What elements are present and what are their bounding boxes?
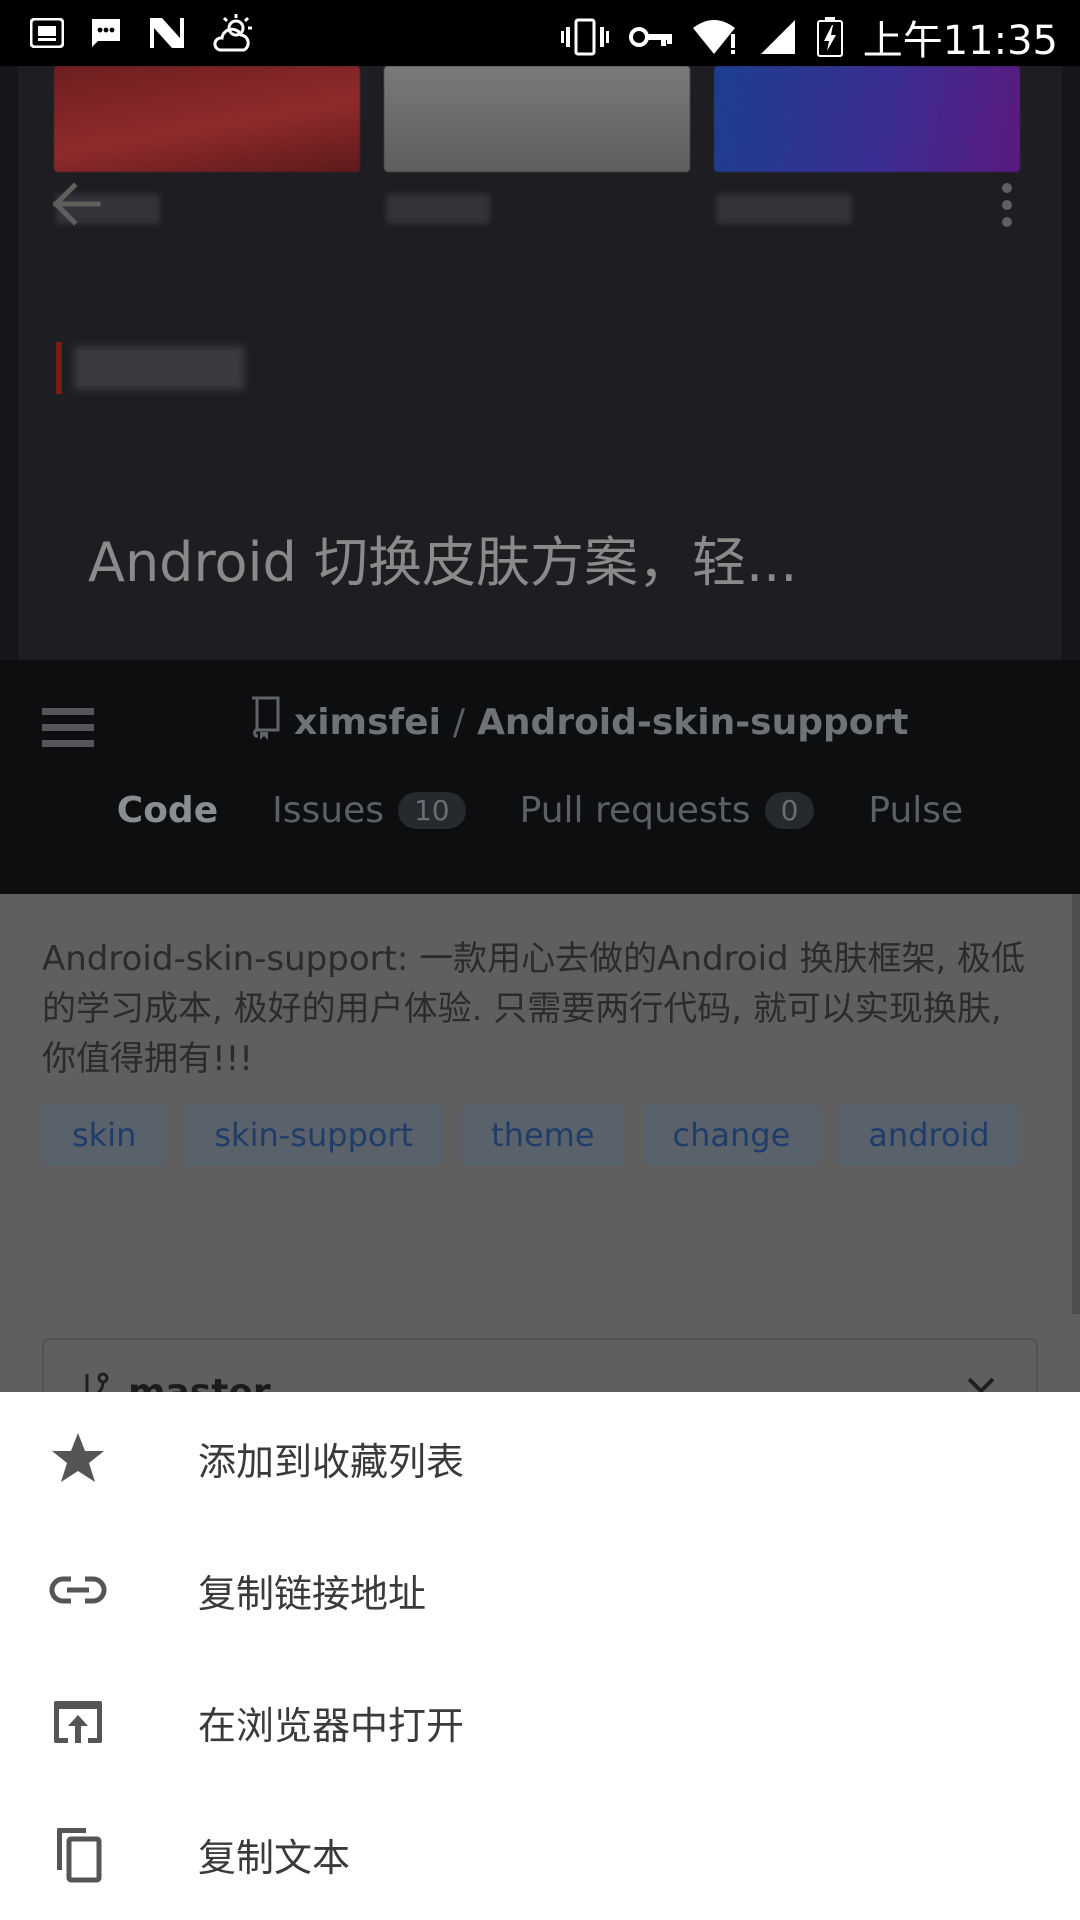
menu-item-label: 复制文本 [198,1835,351,1880]
topic-tag[interactable]: android [838,1104,1020,1166]
menu-item-copy-text[interactable]: 复制文本 [0,1788,1080,1920]
status-left-icons [30,12,258,54]
pull-requests-count-badge: 0 [764,792,815,829]
menu-item-label: 在浏览器中打开 [198,1703,465,1748]
repo-book-icon [248,696,282,749]
topic-tag[interactable]: skin-support [184,1104,444,1166]
more-vert-icon[interactable] [1000,182,1014,232]
copy-icon [48,1824,108,1884]
arrow-back-icon[interactable] [52,182,102,230]
repo-owner-link[interactable]: ximsfei [294,702,441,743]
tab-code[interactable]: Code [117,790,218,831]
link-icon [48,1560,108,1620]
tab-pulse[interactable]: Pulse [868,790,963,831]
tab-pull-requests[interactable]: Pull requests 0 [520,790,815,831]
status-bar: 上午11:35 [0,0,1080,66]
star-icon [48,1428,108,1488]
topic-list: skin skin-support theme change android [42,1104,1020,1166]
sms-icon [90,17,122,49]
section-heading [74,346,244,390]
repo-breadcrumb: ximsfei / Android-skin-support [248,696,908,749]
hero-title: Android 切换皮肤方案，轻... [88,531,798,594]
topic-tag[interactable]: change [642,1104,821,1166]
menu-item-label: 复制链接地址 [198,1571,427,1616]
swatch-label [386,194,490,224]
menu-item-label: 添加到收藏列表 [198,1439,465,1484]
open-in-browser-icon [48,1692,108,1752]
status-time: 上午11:35 [862,18,1058,64]
section-marker [56,342,62,394]
github-header: ximsfei / Android-skin-support Code Issu… [0,660,1080,894]
tab-issues[interactable]: Issues 10 [272,790,466,831]
repo-tabs: Code Issues 10 Pull requests 0 Pulse [0,790,1080,831]
menu-item-copy-link[interactable]: 复制链接地址 [0,1524,1080,1656]
topic-tag[interactable]: theme [461,1104,625,1166]
n-logo-icon [148,16,186,50]
tab-label: Pulse [868,790,964,831]
menu-item-add-to-favorites[interactable]: 添加到收藏列表 [0,1392,1080,1524]
wifi-icon [692,18,739,56]
battery-icon [816,17,843,57]
hamburger-menu-icon[interactable] [42,708,94,752]
menu-item-open-in-browser[interactable]: 在浏览器中打开 [0,1656,1080,1788]
vpn-key-icon [628,25,673,49]
repo-description: Android-skin-support: 一款用心去做的Android 换肤框… [42,939,1026,1079]
tab-label: Code [116,790,219,831]
vibrate-icon [560,17,609,57]
theme-swatch-gradient [714,66,1020,172]
theme-swatch-red [54,66,360,172]
status-right-icons: 上午11:35 [560,8,1058,66]
tab-label: Issues [272,790,384,831]
weather-icon [212,12,258,54]
tab-label: Pull requests [519,790,751,831]
issues-count-badge: 10 [397,792,466,829]
theme-swatch-white [384,66,690,172]
signal-icon [759,18,797,56]
bottom-sheet-menu: 添加到收藏列表 复制链接地址 在浏览器中打开 复制文本 [0,1392,1080,1920]
repo-name-link[interactable]: Android-skin-support [477,702,908,743]
hero-image-area: Android 切换皮肤方案，轻... [0,66,1080,660]
topic-tag[interactable]: skin [42,1104,167,1166]
swatch-label [716,194,852,224]
scrollbar[interactable] [1072,894,1080,1314]
repo-separator: / [452,702,466,743]
mail-icon [30,18,64,48]
